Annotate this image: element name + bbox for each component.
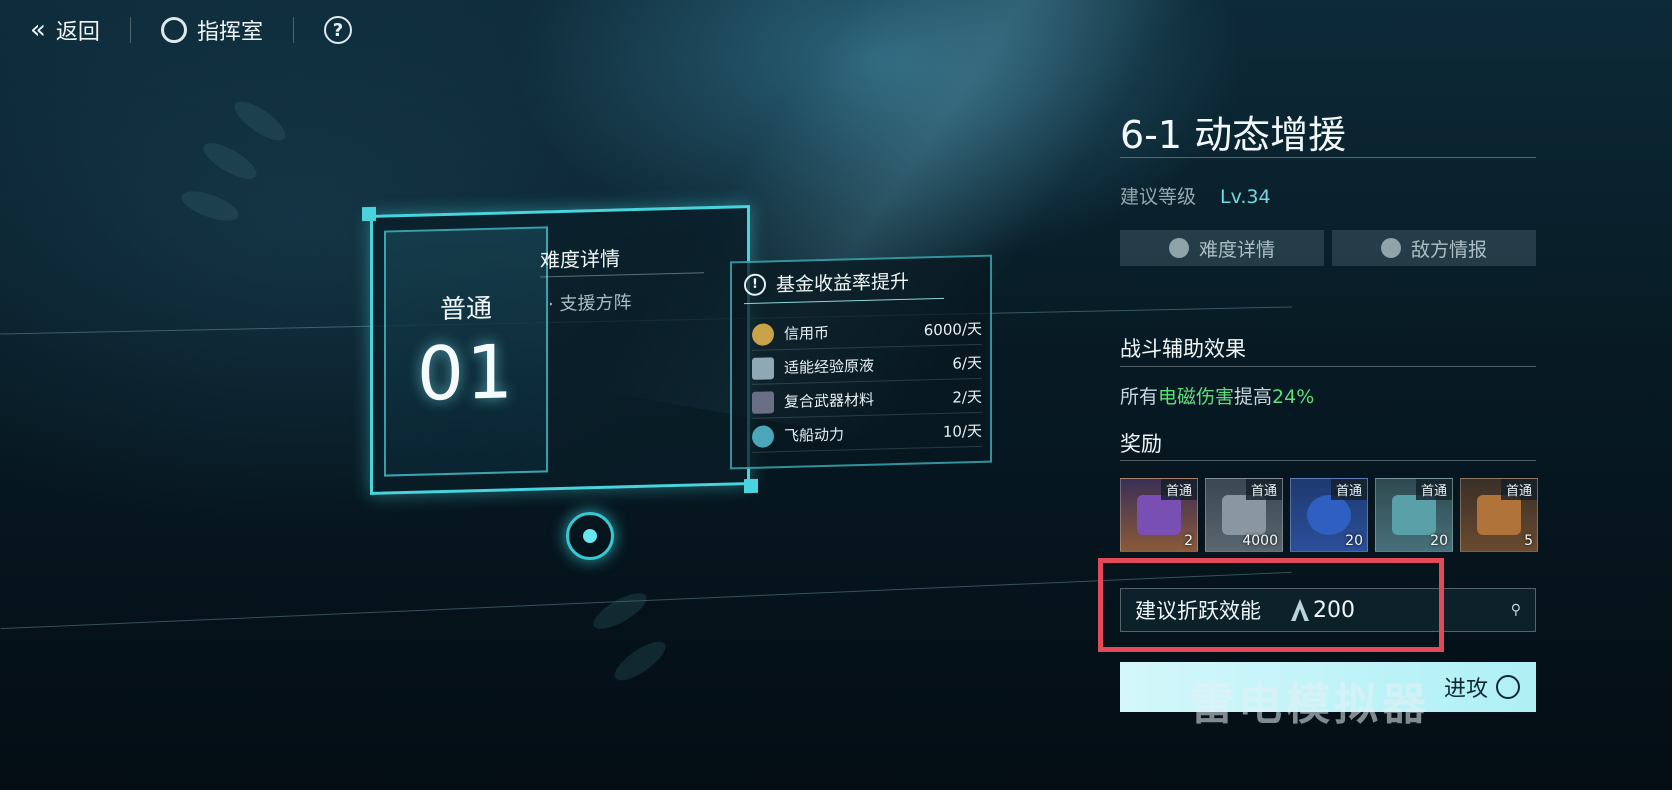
back-chevron-icon: « <box>30 15 46 45</box>
fund-row-name: 复合武器材料 <box>784 390 875 412</box>
reward-item[interactable]: 首通 20 <box>1290 478 1368 552</box>
ship-power-icon <box>752 424 774 448</box>
difficulty-item: · 支援方阵 <box>548 292 632 316</box>
green-battery-box-icon <box>1392 495 1436 535</box>
command-room-button[interactable]: 指挥室 <box>160 14 263 46</box>
stage-title: 6-1 动态增援 <box>1120 113 1347 157</box>
blue-chip-icon <box>1307 495 1351 535</box>
back-label: 返回 <box>55 20 100 45</box>
reward-count: 5 <box>1524 533 1533 549</box>
reward-tag: 首通 <box>1500 479 1537 500</box>
effect-text: 所有电磁伤害提高24% <box>1120 382 1314 409</box>
exp-icon <box>1222 495 1266 535</box>
rewards-title: 奖励 <box>1120 432 1162 456</box>
top-bar: « 返回 指挥室 ? <box>0 0 352 60</box>
difficulty-panel: 难度详情 · 支援方阵 <box>534 218 710 473</box>
enemy-icon <box>1380 238 1401 258</box>
mode-label: 普通 <box>439 293 492 326</box>
help-icon[interactable]: ? <box>323 16 352 44</box>
fund-row-name: 飞船动力 <box>784 425 845 446</box>
back-button[interactable]: « 返回 <box>30 14 100 46</box>
fund-row-rate: 6000/天 <box>923 319 982 340</box>
mode-panel: 普通 01 <box>384 226 548 477</box>
fund-row: 飞船动力 10/天 <box>752 414 982 453</box>
alert-icon: ! <box>744 272 766 296</box>
effect-mid: 提高 <box>1234 386 1273 408</box>
divider <box>129 17 131 43</box>
reward-count: 20 <box>1430 533 1448 549</box>
reward-item[interactable]: 首通 4000 <box>1205 478 1283 552</box>
command-room-icon <box>160 17 187 43</box>
fund-title: 基金收益率提升 <box>776 270 910 297</box>
effect-value: 24% <box>1272 386 1315 408</box>
reward-count: 20 <box>1345 533 1363 549</box>
difficulty-details-label: 难度详情 <box>1198 238 1275 261</box>
reward-item[interactable]: 首通 2 <box>1120 478 1198 552</box>
divider <box>1120 460 1536 461</box>
reward-tag: 首通 <box>1160 479 1197 500</box>
divider <box>744 297 944 305</box>
enemy-intel-button[interactable]: 敌方情报 <box>1332 230 1536 266</box>
level-value: Lv.34 <box>1220 186 1271 208</box>
enemy-intel-label: 敌方情报 <box>1410 238 1487 261</box>
watermark: 雷电模拟器 <box>1190 679 1430 730</box>
difficulty-title: 难度详情 <box>540 246 620 273</box>
fund-row-rate: 10/天 <box>942 421 982 441</box>
reward-tag: 首通 <box>1245 479 1282 500</box>
credit-coin-icon <box>752 322 774 346</box>
rewards-list: 首通 2 首通 4000 首通 20 首通 20 首通 5 <box>1120 478 1538 552</box>
attack-label: 进攻 <box>1443 677 1488 702</box>
reward-item[interactable]: 首通 20 <box>1375 478 1453 552</box>
difficulty-item-text: 支援方阵 <box>559 292 632 316</box>
highlight-box <box>1098 558 1444 652</box>
fund-row-rate: 2/天 <box>952 387 982 407</box>
reward-tag: 首通 <box>1415 479 1452 500</box>
weapon-material-icon <box>1477 495 1521 535</box>
reward-item[interactable]: 首通 5 <box>1460 478 1538 552</box>
reward-count: 2 <box>1184 533 1193 549</box>
fund-row: 信用币 6000/天 <box>752 312 982 351</box>
effect-prefix: 所有 <box>1120 386 1159 408</box>
purple-card-icon <box>1137 495 1181 535</box>
fund-panel: ! 基金收益率提升 信用币 6000/天 适能经验原液 6/天 复合武器材料 2… <box>730 254 992 470</box>
divider <box>292 17 294 43</box>
attack-icon <box>1496 675 1520 699</box>
effect-title: 战斗辅助效果 <box>1120 337 1246 361</box>
level-label: 建议等级 <box>1120 186 1197 208</box>
stage-node-target-icon[interactable] <box>566 512 614 560</box>
divider <box>1120 157 1536 158</box>
weapon-material-icon <box>752 390 774 414</box>
difficulty-details-button[interactable]: 难度详情 <box>1120 230 1324 266</box>
effect-highlight: 电磁伤害 <box>1158 386 1235 408</box>
recommended-level: 建议等级 Lv.34 <box>1120 182 1271 209</box>
fund-row-name: 适能经验原液 <box>784 356 875 378</box>
exp-liquid-icon <box>752 356 774 380</box>
stage-card[interactable]: 普通 01 难度详情 · 支援方阵 <box>362 205 758 495</box>
divider <box>1120 366 1536 367</box>
fund-row-rate: 6/天 <box>952 353 982 373</box>
fund-row-name: 信用币 <box>784 323 830 344</box>
search-icon[interactable]: ⚲ <box>1511 602 1521 618</box>
difficulty-icon <box>1168 238 1189 258</box>
corner-marker <box>744 478 758 494</box>
corner-marker <box>362 206 376 222</box>
fund-row: 复合武器材料 2/天 <box>752 380 982 419</box>
stage-number: 01 <box>416 329 516 418</box>
reward-count: 4000 <box>1242 533 1278 549</box>
divider <box>540 272 704 278</box>
fund-header: ! 基金收益率提升 <box>744 267 909 298</box>
reward-tag: 首通 <box>1330 479 1367 500</box>
command-room-label: 指挥室 <box>196 20 263 45</box>
fund-row: 适能经验原液 6/天 <box>752 346 982 385</box>
